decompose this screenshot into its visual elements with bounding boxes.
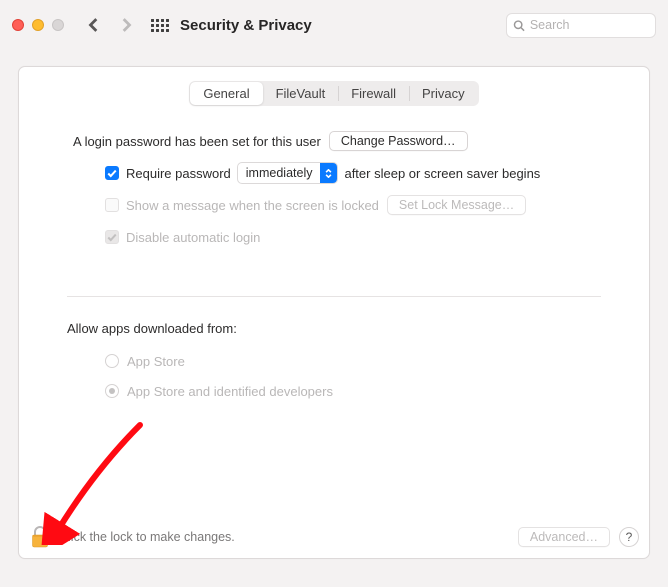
disable-autologin-row: Disable automatic login — [67, 226, 601, 248]
login-password-row: A login password has been set for this u… — [67, 130, 601, 152]
show-message-row: Show a message when the screen is locked… — [67, 194, 601, 216]
lock-hint-text: Click the lock to make changes. — [59, 530, 235, 544]
traffic-lights — [12, 19, 64, 31]
titlebar: Security & Privacy — [0, 0, 668, 50]
window-minimize-button[interactable] — [32, 19, 44, 31]
require-delay-value: immediately — [238, 166, 321, 180]
lock-icon[interactable] — [29, 525, 51, 549]
search-field[interactable] — [506, 13, 656, 38]
show-message-checkbox — [105, 198, 119, 212]
search-input[interactable] — [525, 18, 649, 32]
bottom-bar: Click the lock to make changes. Advanced… — [29, 525, 639, 549]
require-password-checkbox[interactable] — [105, 166, 119, 180]
radio-identified — [105, 384, 119, 398]
require-password-label: Require password — [126, 166, 231, 181]
nav-forward-button — [114, 13, 138, 37]
preferences-panel: General FileVault Firewall Privacy A log… — [18, 66, 650, 559]
disable-autologin-checkbox — [105, 230, 119, 244]
require-password-tail: after sleep or screen saver begins — [344, 166, 540, 181]
tab-firewall[interactable]: Firewall — [338, 82, 409, 105]
nav-back-button[interactable] — [82, 13, 106, 37]
section-divider — [67, 296, 601, 297]
search-icon — [513, 19, 525, 32]
disable-autologin-label: Disable automatic login — [126, 230, 260, 245]
set-lock-message-button: Set Lock Message… — [387, 195, 526, 215]
window-zoom-button — [52, 19, 64, 31]
window-close-button[interactable] — [12, 19, 24, 31]
tab-bar: General FileVault Firewall Privacy — [19, 67, 649, 106]
radio-appstore-label: App Store — [127, 354, 185, 369]
radio-identified-label: App Store and identified developers — [127, 384, 333, 399]
show-message-label: Show a message when the screen is locked — [126, 198, 379, 213]
radio-appstore-row: App Store — [67, 350, 601, 372]
help-button[interactable]: ? — [619, 527, 639, 547]
window-title: Security & Privacy — [180, 17, 312, 34]
tab-privacy[interactable]: Privacy — [409, 82, 478, 105]
change-password-button[interactable]: Change Password… — [329, 131, 468, 151]
login-password-text: A login password has been set for this u… — [73, 134, 321, 149]
stepper-arrows-icon — [320, 163, 337, 183]
downloads-title: Allow apps downloaded from: — [67, 321, 601, 336]
radio-appstore — [105, 354, 119, 368]
radio-identified-row: App Store and identified developers — [67, 380, 601, 402]
require-password-row: Require password immediately after sleep… — [67, 162, 601, 184]
advanced-button: Advanced… — [518, 527, 610, 547]
general-pane: A login password has been set for this u… — [19, 106, 649, 402]
show-all-prefs-button[interactable] — [148, 13, 172, 37]
require-delay-select[interactable]: immediately — [237, 162, 339, 184]
tab-general[interactable]: General — [190, 82, 262, 105]
tab-filevault[interactable]: FileVault — [263, 82, 339, 105]
